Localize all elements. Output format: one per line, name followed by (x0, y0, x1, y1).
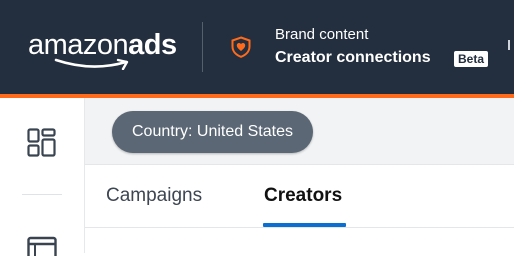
country-filter-chip[interactable]: Country: United States (112, 111, 313, 153)
header-divider (202, 22, 203, 72)
tab-creators[interactable]: Creators (264, 185, 342, 207)
logo-text-bold: ads (128, 29, 177, 61)
calendar-icon[interactable] (27, 236, 57, 256)
left-nav-rail (0, 98, 85, 256)
overflow-glyph (508, 40, 514, 50)
smile-arrow-icon (54, 58, 129, 70)
brand-content-label: Brand content (275, 26, 369, 43)
app-title: Creator connections (275, 49, 431, 66)
rail-divider (22, 194, 62, 195)
amazon-ads-logo[interactable]: amazonads (28, 28, 178, 72)
logo-text: amazonads (28, 28, 177, 62)
top-header: amazonads Brand content Creator connecti… (0, 0, 514, 94)
tab-campaigns[interactable]: Campaigns (106, 185, 202, 207)
beta-badge: Beta (454, 51, 489, 67)
dashboard-grid-icon[interactable] (27, 128, 57, 158)
tab-bar: Campaigns Creators (85, 165, 514, 228)
shield-heart-icon (231, 36, 251, 58)
active-tab-indicator (263, 223, 346, 227)
logo-text-light: amazon (28, 29, 129, 61)
